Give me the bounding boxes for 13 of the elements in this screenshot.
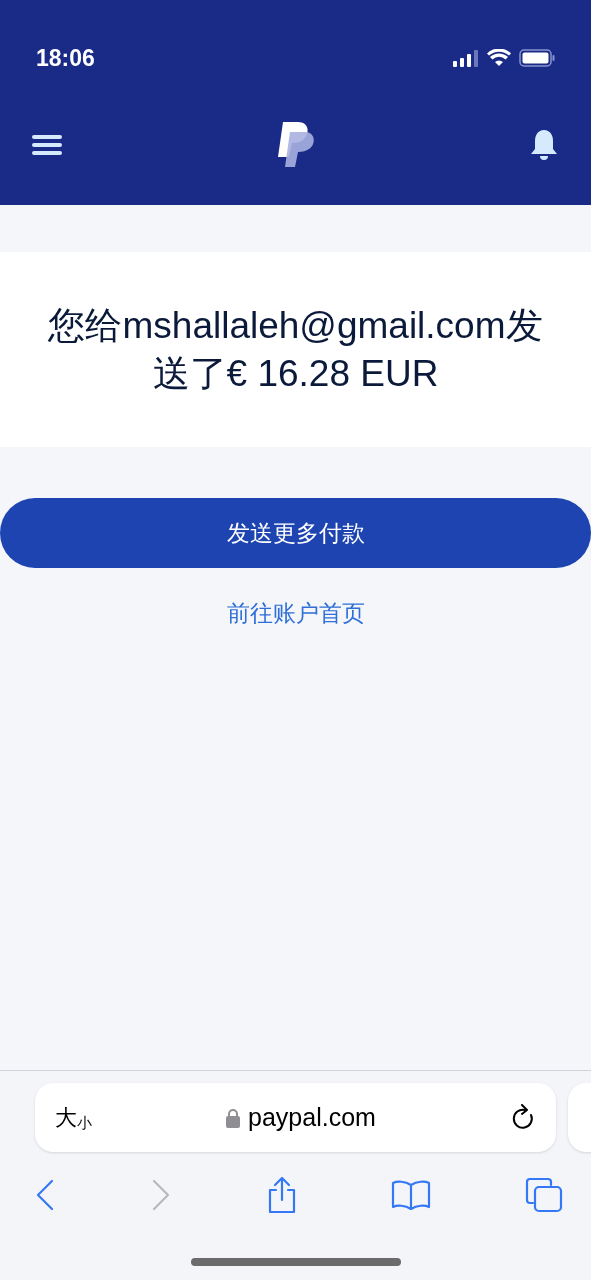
wifi-icon: [487, 49, 511, 67]
confirmation-message: 您给mshallaleh@gmail.com发送了€ 16.28 EUR: [47, 303, 544, 396]
address-bar[interactable]: 大小 paypal.com: [35, 1083, 556, 1152]
send-more-button[interactable]: 发送更多付款: [0, 498, 591, 568]
url-text: paypal.com: [248, 1101, 376, 1133]
reload-button[interactable]: [510, 1103, 536, 1132]
account-home-link[interactable]: 前往账户首页: [226, 596, 365, 631]
signal-icon: [453, 49, 479, 67]
status-time: 18:06: [36, 43, 95, 73]
lock-icon: [226, 1107, 241, 1128]
text-size-button[interactable]: 大小: [55, 1101, 92, 1134]
logo-icon: [275, 120, 316, 169]
battery-icon: [519, 49, 555, 67]
